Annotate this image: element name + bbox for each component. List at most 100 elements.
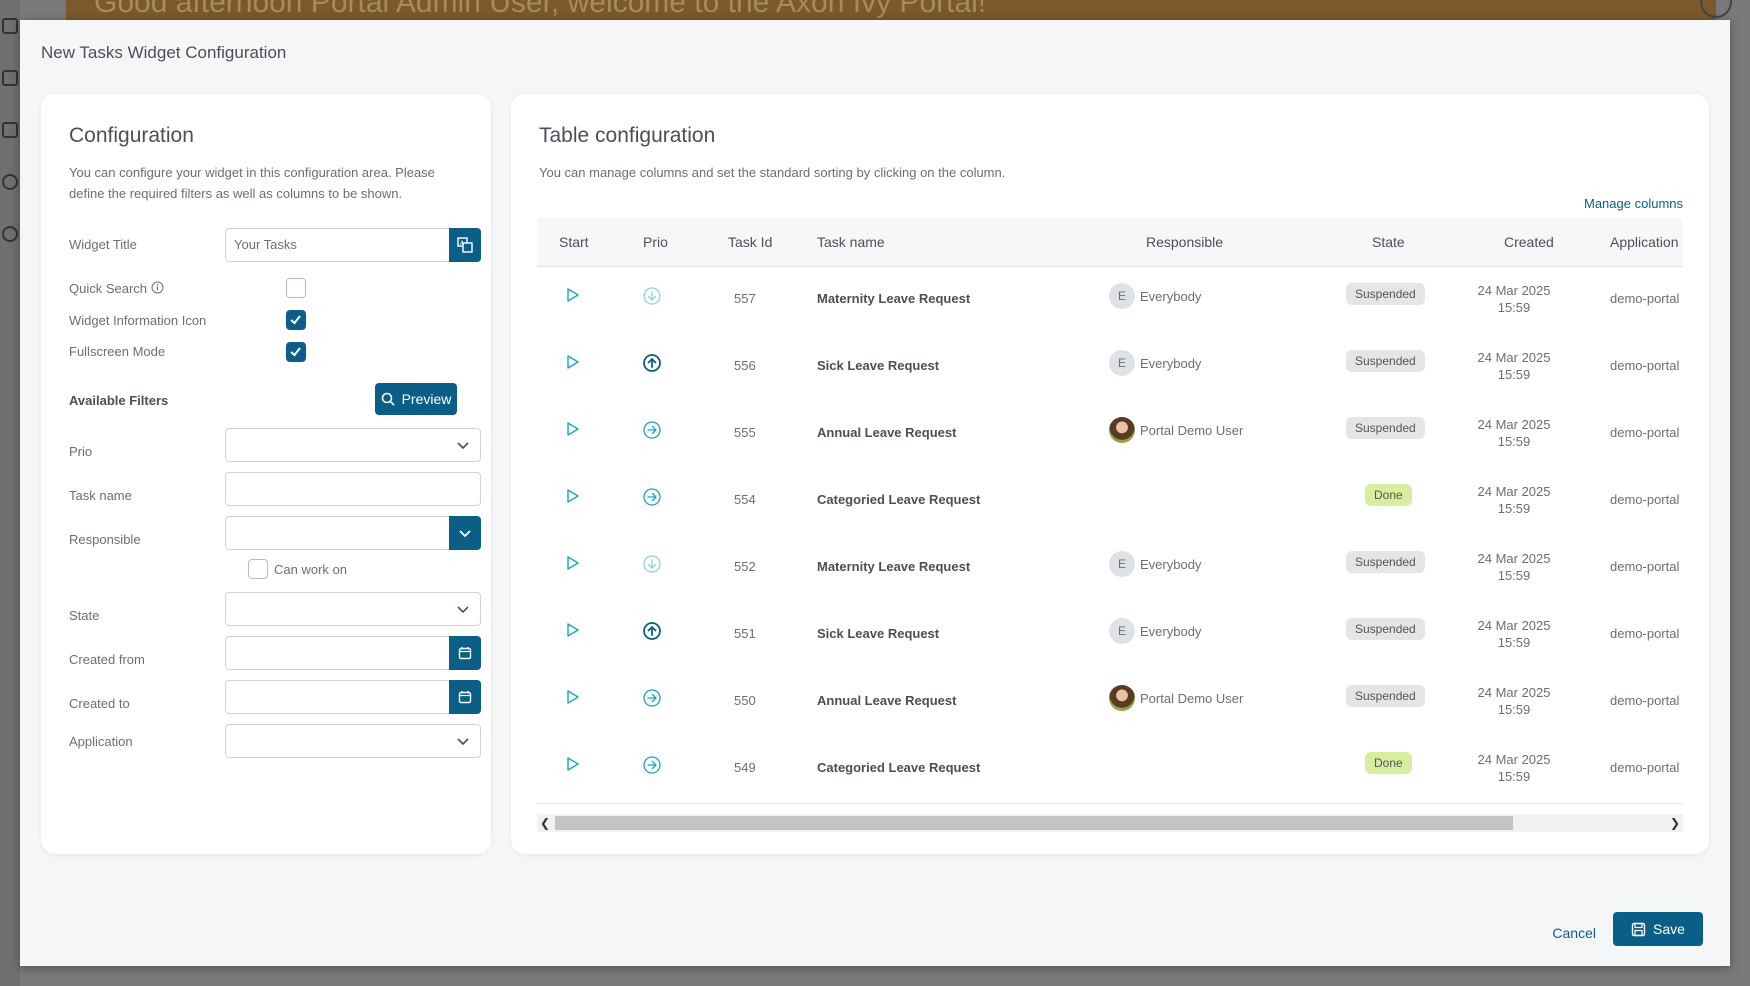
created-from-input[interactable]	[225, 636, 481, 670]
quick-search-checkbox[interactable]	[286, 278, 306, 298]
scroll-left-arrow[interactable]: ❮	[537, 814, 553, 832]
table-row[interactable]: 555 Annual Leave Request Portal Demo User S…	[537, 401, 1683, 469]
table-configuration-description: You can manage columns and set the stand…	[539, 165, 1006, 180]
role-avatar: E	[1109, 618, 1135, 644]
created-date: 24 Mar 2025 15:59	[1470, 349, 1558, 383]
column-header-task-name[interactable]: Task name	[817, 234, 885, 250]
task-name: Categoried Leave Request	[817, 492, 981, 507]
cancel-button[interactable]: Cancel	[1552, 925, 1596, 941]
table-row[interactable]: 552 Maternity Leave Request E Everybody Susp…	[537, 535, 1683, 603]
table-row[interactable]: 557 Maternity Leave Request E Everybody Susp…	[537, 267, 1683, 335]
task-name: Maternity Leave Request	[817, 559, 971, 574]
start-task-icon[interactable]	[566, 622, 580, 641]
table-configuration-heading: Table configuration	[539, 124, 716, 147]
horizontal-scrollbar[interactable]: ❮ ❯	[537, 814, 1683, 832]
application-select[interactable]	[225, 724, 481, 758]
start-task-icon[interactable]	[566, 354, 580, 373]
column-header-application[interactable]: Application	[1610, 234, 1679, 250]
created-date: 24 Mar 2025 15:59	[1470, 684, 1558, 718]
created-day: 24 Mar 2025	[1477, 551, 1551, 566]
created-to-calendar-button[interactable]	[449, 680, 481, 714]
column-header-prio[interactable]: Prio	[643, 234, 668, 250]
task-id: 551	[734, 626, 756, 641]
created-day: 24 Mar 2025	[1477, 350, 1551, 365]
application-name: demo-portal	[1610, 559, 1680, 574]
created-time: 15:59	[1497, 501, 1531, 516]
table-row[interactable]: 551 Sick Leave Request E Everybody Suspended…	[537, 602, 1683, 670]
created-time: 15:59	[1497, 434, 1531, 449]
column-header-state[interactable]: State	[1372, 234, 1405, 250]
start-task-icon[interactable]	[566, 421, 580, 440]
role-avatar: E	[1109, 350, 1135, 376]
start-task-icon[interactable]	[566, 756, 580, 775]
start-task-icon[interactable]	[566, 689, 580, 708]
created-time: 15:59	[1497, 367, 1531, 382]
calendar-icon	[458, 691, 472, 704]
chevron-down-icon	[457, 606, 469, 614]
widget-info-checkbox[interactable]	[286, 310, 306, 330]
table-row[interactable]: 554 Categoried Leave Request Done 24 Mar 20…	[537, 468, 1683, 536]
user-avatar	[1109, 417, 1135, 443]
welcome-text: Good afternoon Portal Admin User, welcom…	[94, 0, 987, 19]
priority-normal-icon	[643, 756, 661, 777]
priority-low-icon	[643, 555, 661, 576]
checkmark-icon	[290, 315, 301, 325]
column-header-task-id[interactable]: Task Id	[728, 234, 772, 250]
quick-search-label: Quick Search	[69, 281, 164, 296]
table-row[interactable]: 550 Annual Leave Request Portal Demo User S…	[537, 669, 1683, 737]
table-row[interactable]: 556 Sick Leave Request E Everybody Suspended…	[537, 334, 1683, 402]
widget-info-label: Widget Information Icon	[69, 313, 207, 328]
start-task-icon[interactable]	[566, 287, 580, 306]
calendar-icon	[458, 647, 472, 660]
can-work-on-checkbox[interactable]	[248, 559, 268, 579]
created-day: 24 Mar 2025	[1477, 685, 1551, 700]
configuration-heading: Configuration	[69, 124, 194, 147]
responsible-name: Portal Demo User	[1140, 423, 1244, 438]
application-name: demo-portal	[1610, 626, 1680, 641]
welcome-banner: Good afternoon Portal Admin User, welcom…	[66, 0, 1716, 20]
scroll-right-arrow[interactable]: ❯	[1667, 814, 1683, 832]
priority-normal-icon	[643, 689, 661, 710]
application-name: demo-portal	[1610, 291, 1680, 306]
created-date: 24 Mar 2025 15:59	[1470, 416, 1558, 450]
state-badge: Suspended	[1346, 350, 1425, 372]
column-header-start[interactable]: Start	[559, 234, 589, 250]
scrollbar-thumb[interactable]	[555, 816, 1513, 830]
created-day: 24 Mar 2025	[1477, 283, 1551, 298]
state-badge: Done	[1365, 752, 1412, 774]
preview-button[interactable]: Preview	[375, 383, 457, 415]
state-select[interactable]	[225, 592, 481, 626]
created-day: 24 Mar 2025	[1477, 618, 1551, 633]
task-name: Sick Leave Request	[817, 626, 940, 641]
save-button[interactable]: Save	[1613, 912, 1703, 946]
column-header-created[interactable]: Created	[1504, 234, 1554, 250]
manage-columns-link[interactable]: Manage columns	[1584, 196, 1683, 211]
checkmark-icon	[290, 347, 301, 357]
fullscreen-label: Fullscreen Mode	[69, 344, 166, 359]
save-icon	[1631, 922, 1646, 936]
responsible-dropdown-button[interactable]	[449, 516, 481, 550]
created-date: 24 Mar 2025 15:59	[1470, 550, 1558, 584]
priority-low-icon	[643, 287, 661, 308]
table-row[interactable]: 549 Categoried Leave Request Done 24 Mar 20…	[537, 736, 1683, 804]
start-task-icon[interactable]	[566, 555, 580, 574]
start-task-icon[interactable]	[566, 488, 580, 507]
search-icon	[381, 392, 395, 406]
task-id: 555	[734, 425, 756, 440]
edit-icon	[2, 18, 18, 34]
created-to-input[interactable]	[225, 680, 481, 714]
column-header-responsible[interactable]: Responsible	[1146, 234, 1223, 250]
table-header: Start Prio Task Id Task name Responsible…	[537, 218, 1683, 267]
translate-button[interactable]: A	[449, 228, 481, 262]
widget-title-input[interactable]: Your Tasks A	[225, 228, 481, 262]
fullscreen-checkbox[interactable]	[286, 342, 306, 362]
responsible-input[interactable]	[225, 516, 481, 550]
created-date: 24 Mar 2025 15:59	[1470, 751, 1558, 785]
created-from-calendar-button[interactable]	[449, 636, 481, 670]
prio-select[interactable]	[225, 428, 481, 462]
task-id: 549	[734, 760, 756, 775]
state-label: State	[69, 608, 100, 623]
state-badge: Done	[1365, 484, 1412, 506]
created-time: 15:59	[1497, 635, 1531, 650]
task-name-input[interactable]	[225, 472, 481, 506]
